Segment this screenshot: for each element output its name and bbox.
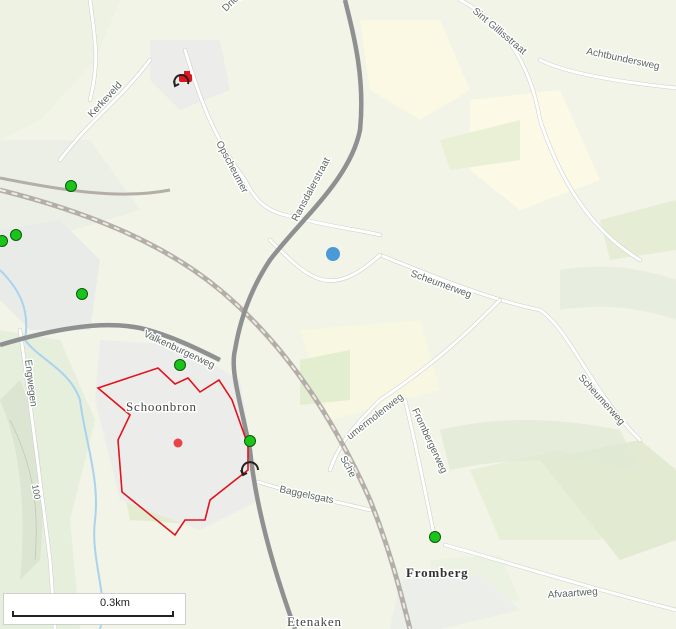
place-label-schoonbron: Schoonbron bbox=[126, 399, 197, 414]
map-marker-green[interactable] bbox=[76, 288, 88, 300]
scale-bar: 0.3km bbox=[3, 593, 186, 625]
map-marker-green[interactable] bbox=[0, 235, 8, 247]
scale-label: 0.3km bbox=[100, 597, 130, 609]
map-marker-green[interactable] bbox=[244, 435, 256, 447]
map-marker-blue[interactable] bbox=[326, 247, 340, 261]
map-marker-green[interactable] bbox=[65, 180, 77, 192]
place-label-etenaken: Etenaken bbox=[287, 614, 342, 629]
map-marker-green[interactable] bbox=[10, 229, 22, 241]
map-marker-red[interactable] bbox=[173, 438, 183, 448]
place-label-fromberg: Fromberg bbox=[406, 565, 468, 580]
map-marker-green[interactable] bbox=[429, 531, 441, 543]
map-canvas[interactable]: Drieg Kerkeveld Opscheumer Ransdalerstra… bbox=[0, 0, 676, 629]
terrain bbox=[0, 0, 676, 629]
map-marker-green[interactable] bbox=[174, 359, 186, 371]
scale-ruler bbox=[12, 611, 174, 617]
